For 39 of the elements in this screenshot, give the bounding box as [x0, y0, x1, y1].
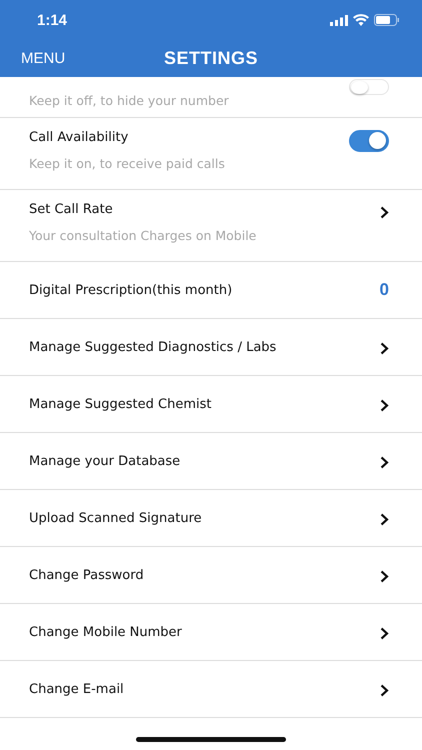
screen-title: SETTINGS [164, 48, 258, 69]
row-title: Change E-mail [29, 682, 124, 696]
settings-row[interactable]: Manage Suggested Chemist [0, 376, 422, 433]
row-subtitle: Keep it on, to receive paid calls [29, 156, 225, 171]
wifi-icon [353, 14, 369, 26]
settings-row[interactable]: Manage your Database [0, 433, 422, 490]
status-time: 1:14 [37, 12, 68, 28]
row-title: Manage Suggested Diagnostics / Labs [29, 340, 276, 354]
row-title: Upload Scanned Signature [29, 510, 202, 526]
settings-row[interactable]: Digital Prescription(this month) 0 [0, 262, 422, 319]
battery-icon [374, 14, 400, 26]
row-subtitle: Keep it off, to hide your number [29, 93, 229, 108]
settings-row[interactable]: Call Availability Keep it on, to receive paid calls [0, 118, 422, 190]
menu-button[interactable]: MENU [0, 50, 66, 67]
chevron-icon [380, 626, 389, 640]
settings-row[interactable]: Change Password [0, 547, 422, 604]
row-subtitle: Your consultation Charges on Mobile [29, 228, 256, 243]
row-title: Change Password [29, 568, 144, 582]
chevron-icon [380, 684, 389, 696]
chevron-icon [380, 570, 389, 582]
row-title: Manage Suggested Chemist [29, 396, 212, 412]
settings-row[interactable]: Manage Suggested Diagnostics / Labs [0, 319, 422, 376]
chevron-icon [380, 398, 389, 412]
row-title: Call Availability [29, 130, 130, 145]
chevron-icon [380, 342, 389, 354]
settings-row[interactable]: Change Mobile Number [0, 604, 422, 661]
settings-row[interactable]: Set Call Rate Your consultation Charges on Mobile [0, 190, 422, 262]
settings-row[interactable]: Change E-mail [0, 661, 422, 718]
toggle-switch[interactable] [349, 130, 389, 152]
row-title: Set Call Rate [29, 202, 114, 217]
settings-row[interactable]: Upload Scanned Signature [0, 490, 422, 547]
row-title: Digital Prescription(this month) [29, 282, 232, 298]
chevron-icon [380, 456, 389, 468]
row-title: Change Mobile Number [29, 624, 182, 640]
count-value: 0 [380, 280, 389, 300]
chevron-icon [380, 206, 389, 219]
signal-icon [330, 14, 348, 26]
chevron-icon [380, 512, 389, 526]
row-title: Manage your Database [29, 454, 180, 468]
